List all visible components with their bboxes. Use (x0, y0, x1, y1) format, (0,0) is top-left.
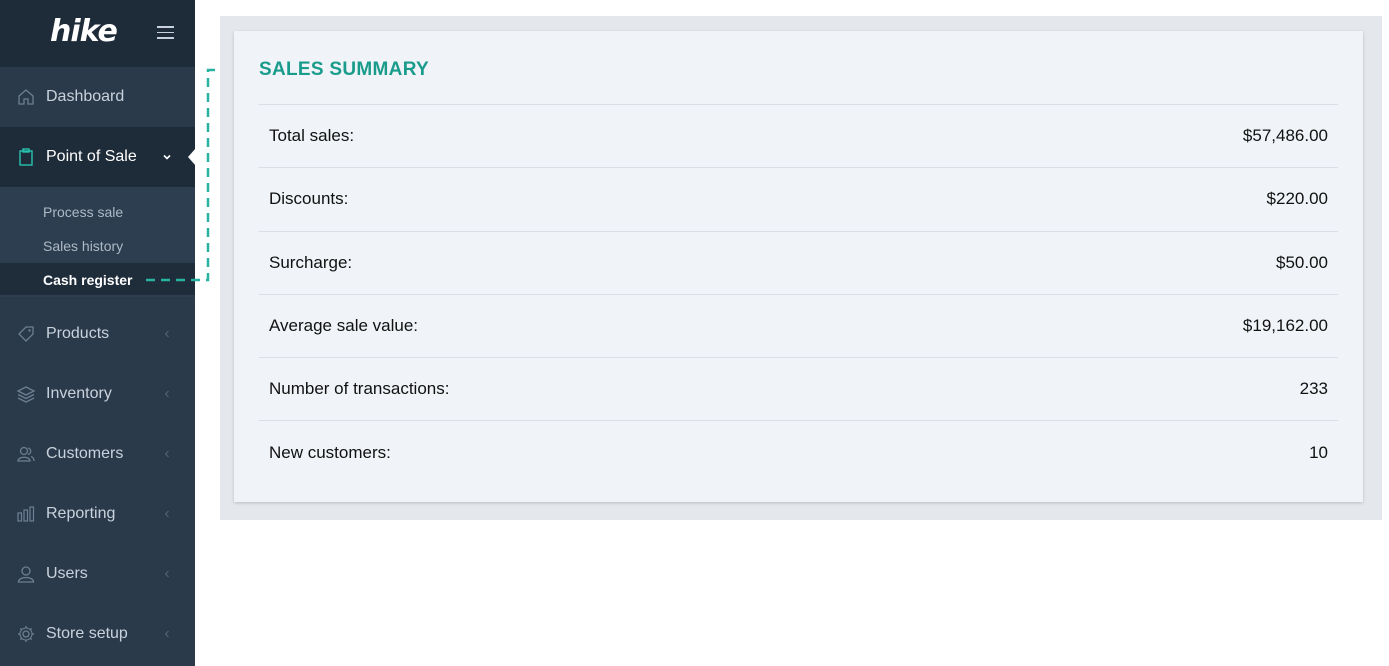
chevron-left-icon (164, 330, 169, 338)
sidebar-item-users[interactable]: Users (0, 544, 195, 604)
row-label: Discounts: (269, 189, 349, 209)
row-value: $19,162.00 (1242, 316, 1328, 336)
chevron-left-icon (164, 390, 169, 398)
row-label: Surcharge: (269, 252, 353, 272)
users-icon (17, 446, 35, 462)
row-value: $220.00 (1266, 189, 1328, 209)
sidebar-item-label: Reporting (46, 505, 116, 522)
sidebar-item-products[interactable]: Products (0, 304, 195, 364)
user-icon (17, 566, 35, 583)
card-title: SALES SUMMARY (259, 59, 429, 80)
tag-icon (18, 326, 34, 342)
layers-icon (16, 386, 36, 403)
bar-chart-icon (17, 506, 35, 522)
summary-row-average-sale-value: Average sale value: $19,162.00 (259, 293, 1338, 357)
sidebar-item-reporting[interactable]: Reporting (0, 484, 195, 544)
row-value: 10 (1309, 442, 1328, 462)
summary-row-new-customers: New customers: 10 (259, 420, 1338, 483)
sidebar-item-store-setup[interactable]: Store setup (0, 604, 195, 664)
summary-row-number-of-transactions: Number of transactions: 233 (259, 357, 1338, 420)
sidebar-item-label: Products (46, 325, 110, 342)
summary-row-total-sales: Total sales: $57,486.00 (259, 104, 1338, 167)
sidebar-item-label: Customers (46, 445, 124, 462)
gear-icon (18, 626, 34, 642)
row-label: New customers: (269, 442, 391, 462)
summary-row-discounts: Discounts: $220.00 (259, 167, 1338, 230)
sidebar-item-inventory[interactable]: Inventory (0, 364, 195, 424)
chevron-left-icon (164, 570, 169, 578)
sidebar-item-label: Inventory (46, 385, 112, 402)
sidebar-item-customers[interactable]: Customers (0, 424, 195, 484)
row-value: 233 (1299, 379, 1328, 399)
sidebar-item-label: Store setup (46, 625, 128, 642)
chevron-left-icon (164, 630, 169, 638)
sidebar-item-label: Users (46, 565, 88, 582)
sales-summary-card: SALES SUMMARY Total sales: $57,486.00 Di… (234, 31, 1363, 502)
summary-row-surcharge: Surcharge: $50.00 (259, 230, 1338, 294)
summary-rows: Total sales: $57,486.00 Discounts: $220.… (259, 104, 1338, 484)
row-label: Number of transactions: (269, 379, 450, 399)
chevron-left-icon (164, 510, 169, 518)
row-label: Total sales: (269, 126, 355, 146)
row-value: $50.00 (1276, 252, 1328, 272)
row-value: $57,486.00 (1242, 126, 1328, 146)
chevron-left-icon (164, 450, 169, 458)
row-label: Average sale value: (269, 316, 419, 336)
